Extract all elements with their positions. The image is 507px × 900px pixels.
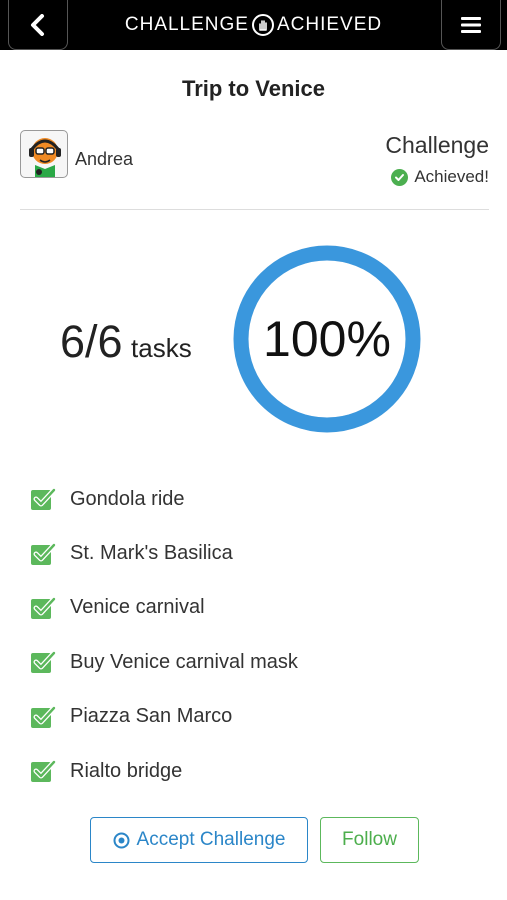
hand-badge-icon: [251, 14, 274, 36]
brand-logo: CHALLENGE ACHIEVED: [70, 0, 437, 50]
checked-box-icon[interactable]: [30, 595, 56, 621]
follow-button[interactable]: Follow: [320, 817, 419, 863]
achieved-text: Achieved!: [414, 167, 489, 186]
back-button[interactable]: [8, 0, 68, 50]
top-bar: CHALLENGE ACHIEVED: [0, 0, 507, 50]
task-item[interactable]: Buy Venice carnival mask: [30, 635, 298, 689]
follow-label: Follow: [342, 829, 397, 850]
brand-text-right: ACHIEVED: [276, 14, 383, 35]
avatar-icon: [29, 138, 61, 177]
task-label: St. Mark's Basilica: [70, 542, 233, 565]
user-avatar[interactable]: [20, 130, 68, 178]
brand-text-left: CHALLENGE: [124, 14, 249, 35]
menu-button[interactable]: [441, 0, 501, 50]
target-icon: [113, 832, 130, 848]
checked-box-icon[interactable]: [30, 649, 56, 675]
tasks-count: 6/6 tasks: [60, 316, 192, 368]
checked-box-icon[interactable]: [30, 541, 56, 567]
tasks-count-unit: tasks: [131, 333, 192, 363]
divider: [20, 209, 489, 210]
task-list: Gondola ride St. Mark's Basilica Venice …: [30, 472, 298, 798]
tasks-count-value: 6/6: [60, 316, 123, 367]
chevron-left-icon: [31, 13, 44, 36]
accept-challenge-label: Accept Challenge: [136, 829, 286, 850]
task-label: Piazza San Marco: [70, 705, 233, 728]
task-item[interactable]: Gondola ride: [30, 472, 298, 526]
check-circle-icon: [391, 168, 409, 186]
hamburger-menu-icon: [461, 16, 481, 33]
task-label: Venice carnival: [70, 596, 205, 619]
task-label: Buy Venice carnival mask: [70, 650, 298, 673]
accept-challenge-button[interactable]: Accept Challenge: [90, 817, 308, 863]
user-name[interactable]: Andrea: [75, 149, 133, 170]
task-label: Gondola ride: [70, 487, 185, 510]
challenge-status-label: Challenge: [385, 132, 489, 158]
checked-box-icon[interactable]: [30, 704, 56, 730]
challenge-title: Trip to Venice: [181, 76, 326, 101]
task-label: Rialto bridge: [70, 759, 183, 782]
task-item[interactable]: St. Mark's Basilica: [30, 526, 298, 580]
checked-box-icon[interactable]: [30, 758, 56, 784]
progress-percent: 100%: [263, 311, 391, 367]
task-item[interactable]: Piazza San Marco: [30, 690, 298, 744]
task-item[interactable]: Rialto bridge: [30, 744, 298, 798]
task-item[interactable]: Venice carnival: [30, 581, 298, 635]
checked-box-icon[interactable]: [30, 486, 56, 512]
achieved-status: Achieved!: [391, 167, 489, 187]
